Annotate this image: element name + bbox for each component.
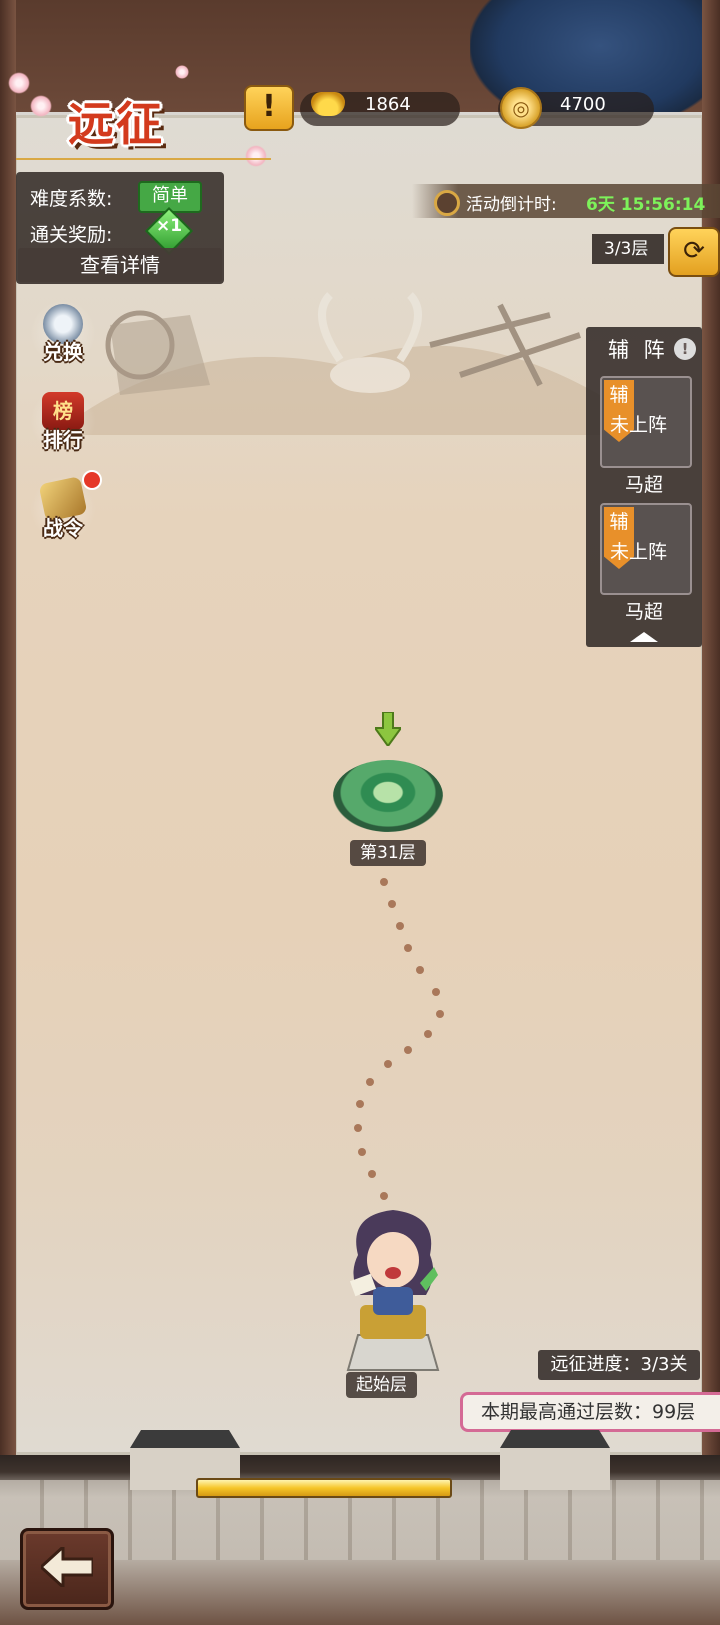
battle-pass-label: 战令 [43, 516, 83, 540]
path-dot [432, 988, 440, 996]
blossom-decor [30, 95, 52, 117]
blossom-decor [245, 145, 267, 167]
blossom-decor [8, 72, 30, 94]
stage-label: 第31层 [350, 840, 426, 866]
support-slot-1[interactable]: 辅 未上阵 [600, 376, 692, 468]
path-dot [380, 1192, 388, 1200]
path-dot [368, 1170, 376, 1178]
back-arrow-icon [41, 1547, 93, 1587]
support-slot-2[interactable]: 辅 未上阵 [600, 503, 692, 595]
start-label: 起始层 [346, 1372, 417, 1398]
title-underline [16, 158, 271, 160]
path-dot [358, 1148, 366, 1156]
page-title: 远征 [68, 97, 164, 151]
coin-count: 4700 [560, 94, 606, 115]
path-dot [356, 1100, 364, 1108]
clock-icon [434, 190, 460, 216]
ingot-count: 1864 [365, 94, 411, 115]
progress-bar [196, 1478, 452, 1498]
path-dot [380, 878, 388, 886]
gate-tower [500, 1430, 610, 1490]
path-dot [404, 1046, 412, 1054]
notification-dot [82, 470, 102, 490]
exclamation-icon: ! [262, 89, 276, 124]
path-dot [396, 922, 404, 930]
path-dot [384, 1060, 392, 1068]
battlefield-ruins [80, 292, 600, 435]
path-dot [404, 944, 412, 952]
reward-multiplier: ×1 [155, 216, 183, 236]
countdown-value: 6天 15:56:14 [586, 195, 706, 215]
hero-character[interactable] [338, 1205, 448, 1375]
reward-label: 通关奖励: [30, 224, 113, 246]
support-hero-name: 马超 [624, 474, 663, 496]
back-button[interactable] [20, 1528, 114, 1610]
difficulty-label: 难度系数: [30, 188, 113, 210]
path-dot [354, 1124, 362, 1132]
support-status: 未上阵 [610, 414, 668, 436]
support-status: 未上阵 [610, 541, 668, 563]
info-icon[interactable]: ! [674, 338, 696, 360]
stage-platform[interactable] [333, 760, 443, 832]
floor-counter: 3/3层 [592, 234, 664, 264]
refresh-button[interactable]: ⟳ [668, 227, 720, 277]
coin-icon: ◎ [500, 87, 542, 129]
path-dot [366, 1078, 374, 1086]
path-dot [424, 1030, 432, 1038]
refresh-icon: ⟳ [683, 236, 705, 266]
view-details-button[interactable]: 查看详情 [18, 248, 222, 282]
ranking-button[interactable]: 榜 排行 [30, 388, 96, 454]
support-hero-name: 马超 [624, 601, 663, 623]
exchange-button[interactable]: 兑换 [30, 300, 96, 366]
path-dot [436, 1010, 444, 1018]
notice-button[interactable]: ! [244, 85, 294, 131]
exchange-label: 兑换 [43, 340, 83, 364]
ranking-label: 排行 [43, 428, 83, 452]
arrow-down-icon [375, 712, 401, 746]
countdown-label: 活动倒计时: [466, 195, 557, 215]
best-floor-record: 本期最高通过层数：99层 [460, 1392, 720, 1432]
collapse-caret-icon[interactable] [630, 632, 658, 642]
support-title: 辅 阵 [608, 338, 669, 362]
expedition-progress: 远征进度：3/3关 [538, 1350, 700, 1380]
gold-ingot-icon [311, 92, 345, 116]
left-frame [0, 0, 16, 1625]
path-dot [416, 966, 424, 974]
path-dot [388, 900, 396, 908]
blossom-decor [175, 65, 189, 79]
